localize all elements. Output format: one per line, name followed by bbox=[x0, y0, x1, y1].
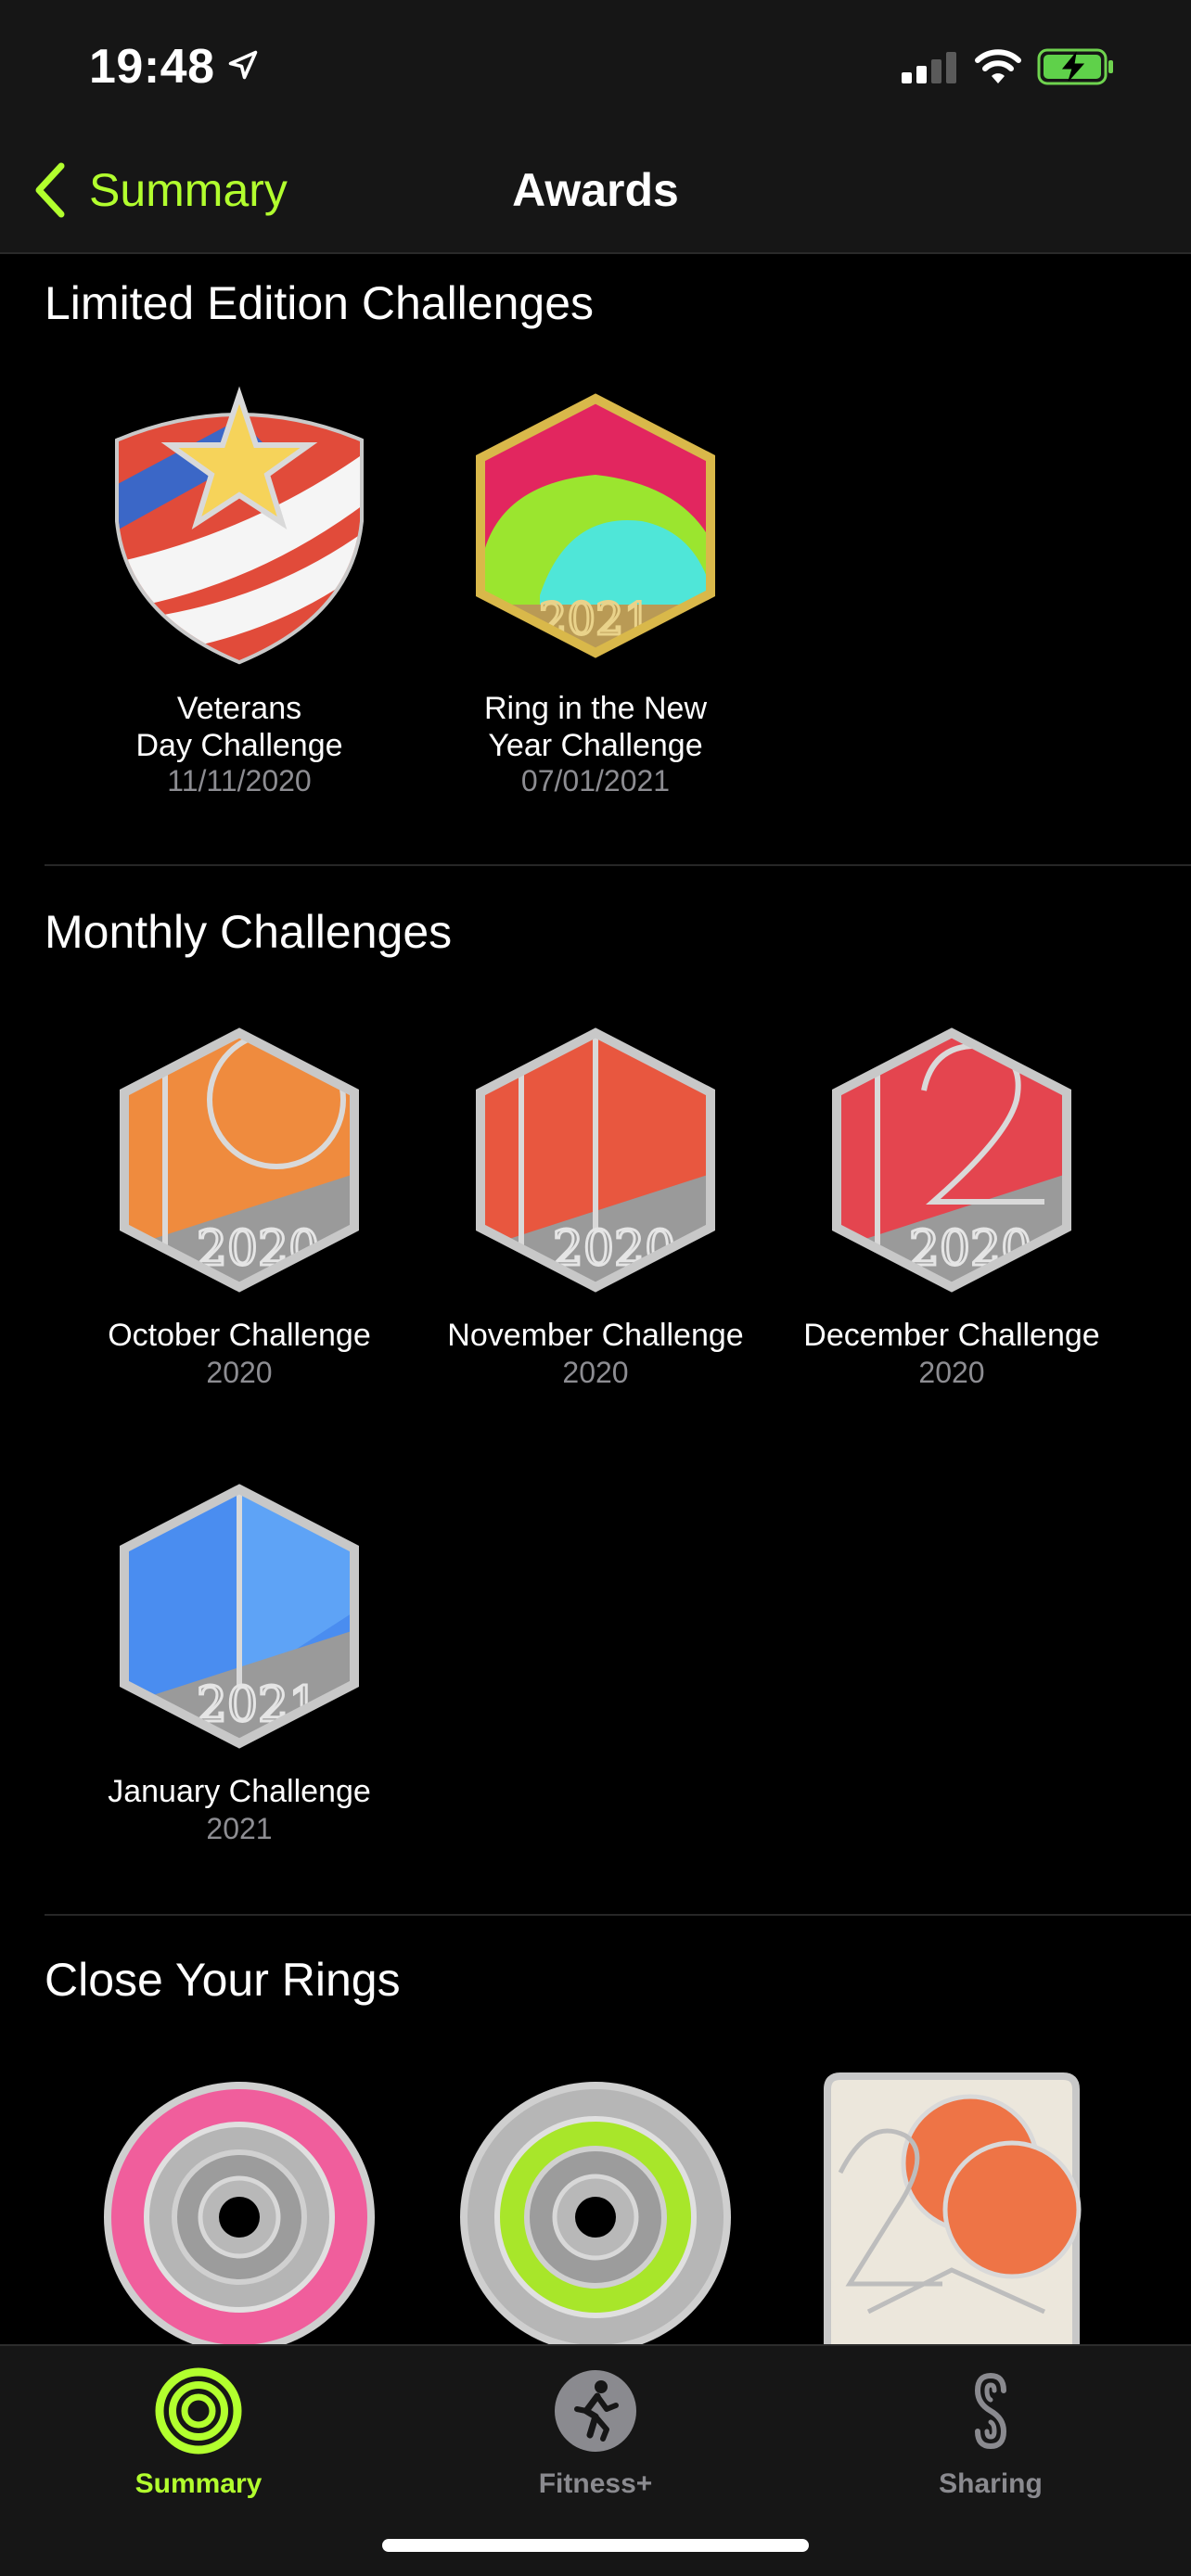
cellular-signal-icon bbox=[902, 52, 956, 83]
veterans-day-badge-date: 11/11/2020 bbox=[167, 764, 312, 797]
december-challenge-name: December Challenge bbox=[803, 1318, 1100, 1353]
veterans-day-badge-icon bbox=[115, 386, 364, 665]
january-challenge-year: 2021 bbox=[206, 1812, 273, 1845]
january-challenge-badge-icon: 2021 bbox=[120, 1484, 359, 1749]
svg-text:2021: 2021 bbox=[197, 1677, 319, 1733]
october-challenge-year: 2020 bbox=[206, 1356, 273, 1389]
new-year-badge[interactable]: 2021 bbox=[456, 382, 735, 670]
new-year-badge-icon: 2021 bbox=[476, 393, 715, 658]
section-divider bbox=[45, 1914, 1191, 1916]
new-year-badge-date: 07/01/2021 bbox=[520, 764, 671, 797]
december-challenge-badge[interactable]: 2020 bbox=[813, 1016, 1091, 1304]
move-ring-badge[interactable] bbox=[100, 2073, 378, 2353]
section-title-limited: Limited Edition Challenges bbox=[45, 277, 595, 329]
move-ring-badge-icon bbox=[104, 2082, 375, 2353]
veterans-day-badge[interactable] bbox=[100, 382, 378, 670]
section-title-rings: Close Your Rings bbox=[45, 1954, 401, 2006]
svg-text:2020: 2020 bbox=[197, 1221, 319, 1277]
january-challenge-name: January Challenge bbox=[108, 1774, 371, 1809]
november-challenge-badge-icon: 2020 bbox=[476, 1027, 715, 1293]
navigation-bar: Summary Awards bbox=[0, 130, 1191, 254]
home-indicator[interactable] bbox=[382, 2539, 809, 2552]
exercise-ring-badge[interactable] bbox=[456, 2073, 735, 2353]
tab-fitness-plus[interactable]: Fitness+ bbox=[456, 2365, 735, 2513]
october-challenge-name: October Challenge bbox=[108, 1318, 371, 1353]
status-time: 19:48 bbox=[89, 40, 215, 94]
january-challenge-badge[interactable]: 2021 bbox=[100, 1473, 378, 1760]
status-bar: 19:48 bbox=[0, 0, 1191, 130]
svg-text:2020: 2020 bbox=[909, 1221, 1031, 1277]
tab-sharing-label: Sharing bbox=[939, 2468, 1043, 2499]
december-challenge-year: 2020 bbox=[918, 1356, 985, 1389]
tab-summary-label: Summary bbox=[134, 2468, 263, 2499]
runner-icon bbox=[555, 2370, 636, 2452]
tab-summary[interactable]: Summary bbox=[59, 2365, 338, 2513]
wifi-icon bbox=[975, 49, 1021, 83]
battery-charging-icon bbox=[1037, 48, 1113, 85]
activity-rings-icon bbox=[155, 2367, 242, 2455]
section-divider bbox=[45, 864, 1191, 866]
november-challenge-name: November Challenge bbox=[447, 1318, 744, 1353]
tab-fitness-plus-label: Fitness+ bbox=[538, 2468, 653, 2499]
section-title-monthly: Monthly Challenges bbox=[45, 906, 453, 958]
page-title: Awards bbox=[512, 164, 679, 216]
veterans-day-badge-name: Veterans Day Challenge bbox=[135, 691, 343, 763]
close-rings-2020-badge-icon bbox=[824, 2072, 1082, 2353]
new-year-badge-name: Ring in the New Year Challenge bbox=[483, 691, 707, 763]
svg-text:2021: 2021 bbox=[539, 593, 652, 645]
october-challenge-badge-icon: 2020 bbox=[120, 1027, 359, 1293]
svg-text:2020: 2020 bbox=[553, 1221, 675, 1277]
november-challenge-year: 2020 bbox=[562, 1356, 629, 1389]
tab-sharing[interactable]: Sharing bbox=[852, 2365, 1130, 2513]
exercise-ring-badge-icon bbox=[460, 2082, 731, 2353]
december-challenge-badge-icon: 2020 bbox=[832, 1027, 1071, 1293]
october-challenge-badge[interactable]: 2020 bbox=[100, 1016, 378, 1304]
close-rings-2020-badge[interactable] bbox=[813, 2066, 1091, 2353]
sharing-icon bbox=[974, 2372, 1007, 2450]
november-challenge-badge[interactable]: 2020 bbox=[456, 1016, 735, 1304]
location-arrow-icon bbox=[228, 50, 258, 80]
